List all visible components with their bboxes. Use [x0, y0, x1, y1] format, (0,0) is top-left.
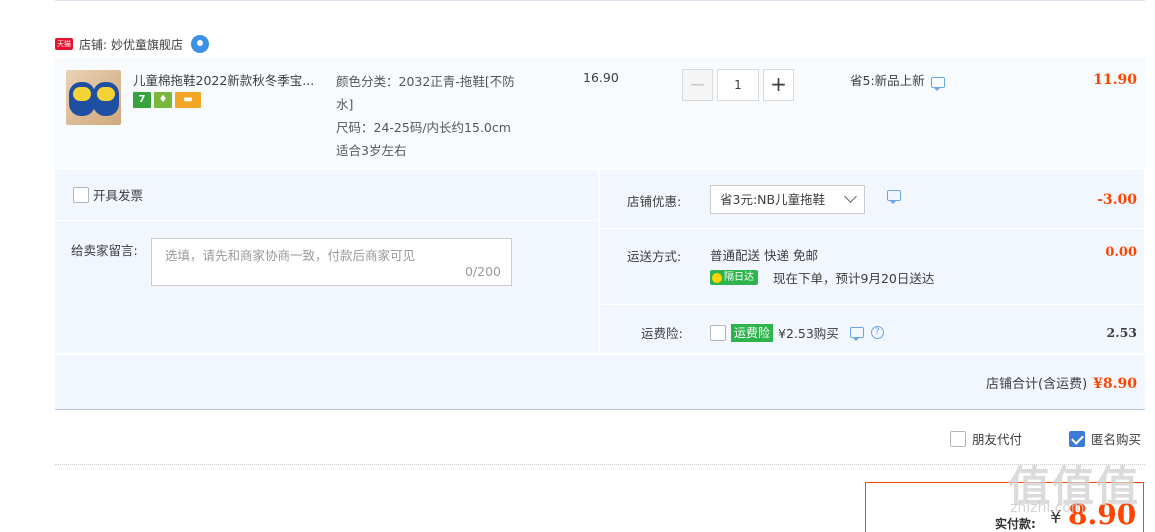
sku-line: 适合3岁左右 — [336, 143, 407, 158]
item-promotion: 省5:新品上新 — [850, 70, 945, 91]
panel-divider — [55, 220, 598, 221]
increase-quantity-button[interactable]: + — [763, 69, 794, 101]
insurance-price: ¥2.53购买 — [778, 326, 839, 341]
shop-total-amount: ¥8.90 — [1093, 376, 1137, 392]
panel-divider — [600, 304, 1144, 305]
anonymous-purchase-label: 匿名购买 — [1091, 432, 1142, 447]
item-total-price: 11.90 — [1093, 72, 1137, 88]
insurance-checkbox[interactable] — [710, 324, 726, 341]
quantity-input[interactable]: 1 — [717, 69, 759, 101]
decrease-quantity-button[interactable]: − — [682, 69, 713, 101]
panel-divider — [600, 228, 1144, 229]
insurance-label: 运费险: — [641, 326, 683, 341]
shop-name-link[interactable]: 妙优童旗舰店 — [111, 36, 183, 53]
coupon-discount-value: -3.00 — [1097, 192, 1137, 208]
promo-label: 省5:新品上新 — [850, 73, 925, 88]
invoice-checkbox[interactable] — [73, 186, 89, 203]
insurance-badge: 运费险 — [731, 323, 774, 342]
coupon-select[interactable]: 省3元:NB儿童拖鞋 — [710, 185, 865, 214]
friend-pay-checkbox[interactable] — [950, 430, 966, 447]
top-divider — [55, 0, 1145, 1]
anonymous-purchase-checkbox[interactable] — [1069, 430, 1085, 447]
friend-pay-option[interactable]: 朋友代付 — [950, 429, 1022, 448]
sku-line: 尺码：24-25码/内长约15.0cm — [336, 120, 511, 135]
coupon-label: 店铺优惠: — [627, 194, 682, 209]
shop-total: 店铺合计(含运费) ¥8.90 — [986, 373, 1137, 392]
lightning-icon — [712, 272, 722, 283]
shipping-label: 运送方式: — [627, 249, 682, 264]
shipping-method: 普通配送 快递 免邮 — [710, 248, 818, 263]
message-placeholder: 选填，请先和商家协商一致，付款后商家可见 — [165, 248, 416, 263]
shop-label: 店铺: — [79, 37, 108, 52]
wangwang-chat-icon[interactable] — [191, 35, 210, 53]
seller-message-input[interactable]: 选填，请先和商家协商一致，付款后商家可见 0/200 — [151, 238, 512, 286]
bottom-divider — [55, 464, 1145, 465]
seven-day-return-icon[interactable]: 7 — [133, 92, 151, 108]
next-day-badge: 隔日达 — [710, 270, 758, 285]
message-char-counter: 0/200 — [464, 264, 501, 279]
quantity-stepper: − 1 + — [682, 69, 794, 101]
friend-pay-label: 朋友代付 — [972, 432, 1023, 447]
shipping-eta: 现在下单，预计9月20日送达 — [773, 271, 935, 286]
coupon-comment-icon[interactable] — [887, 190, 901, 204]
invoice-label: 开具发票 — [93, 188, 144, 203]
gift-icon[interactable]: ♦ — [154, 92, 172, 108]
insurance-comment-icon[interactable] — [849, 327, 864, 341]
sku-line: 颜色分类：2032正青-拖鞋[不防 — [336, 74, 515, 89]
shop-total-bar — [55, 355, 1145, 410]
product-title-link[interactable]: 儿童棉拖鞋2022新款秋冬季宝... — [133, 70, 328, 89]
invoice-option[interactable]: 开具发票 — [73, 185, 143, 204]
sku-line: 水] — [336, 97, 354, 112]
help-icon[interactable]: ? — [870, 326, 884, 339]
shop-total-label: 店铺合计(含运费) — [986, 377, 1088, 392]
payment-label: 实付款: — [995, 517, 1036, 531]
promo-comment-icon[interactable] — [930, 77, 945, 91]
coupon-selected-value: 省3元:NB儿童拖鞋 — [720, 192, 826, 207]
next-day-label: 隔日达 — [724, 272, 754, 283]
credit-card-icon[interactable]: ▬ — [175, 92, 201, 108]
product-thumbnail[interactable] — [66, 70, 121, 125]
seller-message-label: 给卖家留言: — [71, 243, 138, 258]
unit-price: 16.90 — [583, 70, 619, 85]
sku-info: 颜色分类：2032正青-拖鞋[不防 水] 尺码：24-25码/内长约15.0cm… — [336, 70, 566, 162]
shop-header: 天猫 店铺: 妙优童旗舰店 — [55, 34, 210, 54]
site-watermark-url: zhizhi.com — [1010, 500, 1085, 516]
service-tags: 7 ♦ ▬ — [133, 92, 201, 108]
anonymous-purchase-option[interactable]: 匿名购买 — [1069, 429, 1141, 448]
tmall-badge-icon: 天猫 — [55, 38, 73, 50]
insurance-option: 运费险 ¥2.53购买 ? — [710, 323, 884, 342]
shipping-fee-value: 0.00 — [1105, 245, 1137, 260]
insurance-value: 2.53 — [1106, 325, 1137, 340]
chevron-down-icon — [844, 190, 857, 203]
